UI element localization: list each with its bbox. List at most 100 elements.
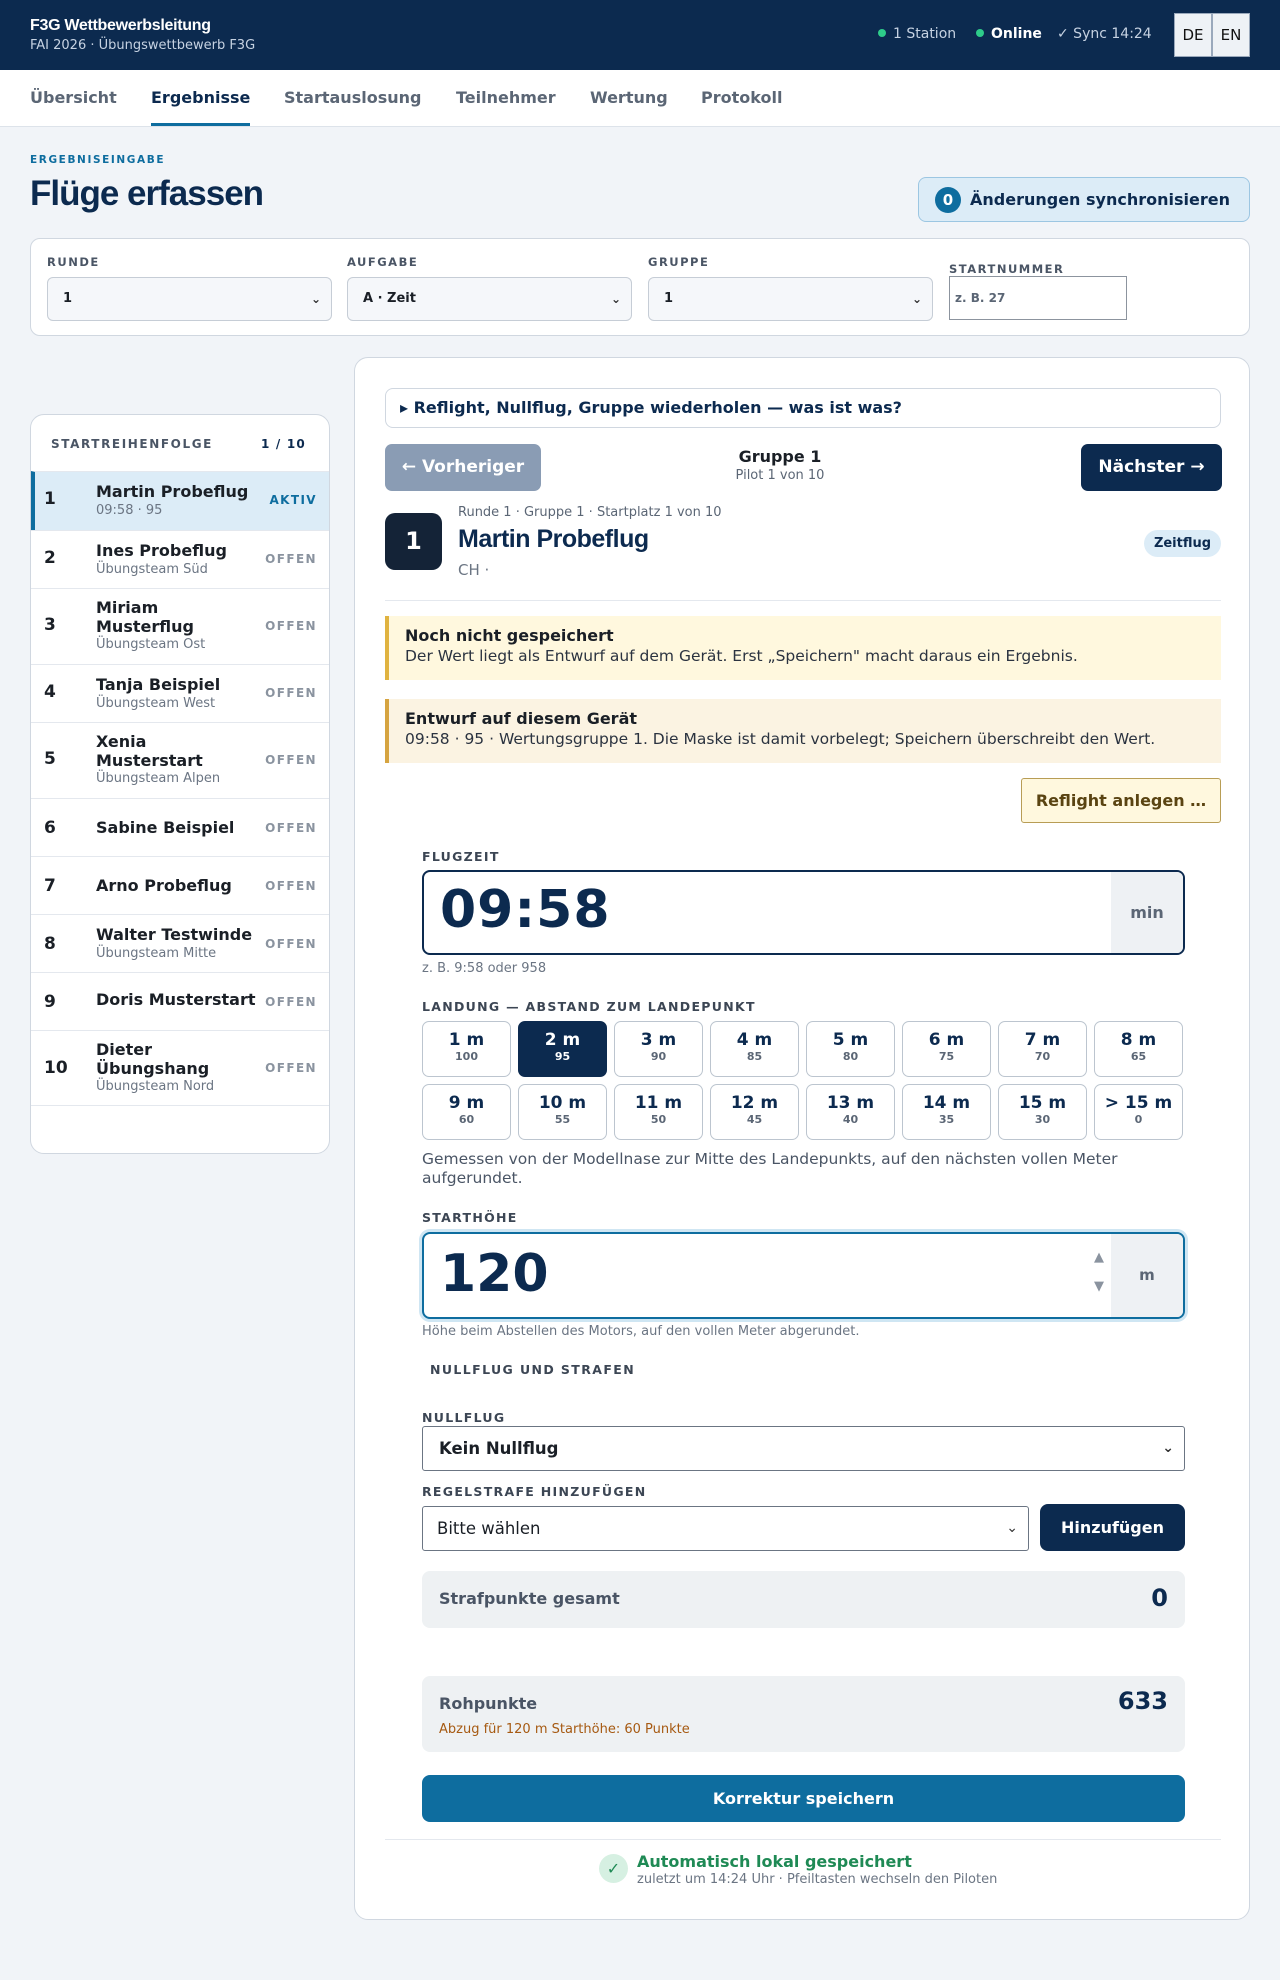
flight-time-input[interactable]: 09:58 min <box>422 870 1185 955</box>
landing-option-distance: 5 m <box>832 1030 869 1050</box>
divider <box>385 600 1221 601</box>
group-select[interactable]: 1 ⌄ <box>648 277 933 321</box>
draft-alert-title: Entwurf auf diesem Gerät <box>405 709 638 728</box>
divider <box>385 1839 1221 1840</box>
spin-up-icon[interactable]: ▲ <box>1094 1250 1104 1265</box>
landing-option-button[interactable]: 6 m 75 <box>902 1021 991 1077</box>
tab-protokoll[interactable]: Protokoll <box>701 88 782 123</box>
tab-teilnehmer[interactable]: Teilnehmer <box>456 88 556 123</box>
penalty-total-label: Strafpunkte gesamt <box>439 1589 620 1608</box>
check-icon: ✓ <box>599 1854 628 1883</box>
pilot-row[interactable]: 2 Ines Probeflug Übungsteam Süd OFFEN <box>31 530 329 588</box>
landing-option-button[interactable]: 2 m 95 <box>518 1021 607 1077</box>
lang-en-button[interactable]: EN <box>1212 13 1250 57</box>
landing-option-button[interactable]: 14 m 35 <box>902 1084 991 1140</box>
tab-wertung[interactable]: Wertung <box>590 88 668 123</box>
pilot-row[interactable]: 5 Xenia Musterstart Übungsteam Alpen OFF… <box>31 722 329 798</box>
landing-option-distance: 4 m <box>736 1030 773 1050</box>
pilot-row[interactable]: 3 Miriam Musterflug Übungsteam Ost OFFEN <box>31 588 329 664</box>
penalty-select[interactable]: Bitte wählen ⌄ <box>422 1506 1029 1551</box>
tab-uebersicht[interactable]: Übersicht <box>30 88 117 123</box>
pilot-row-sub: Übungsteam Mitte <box>96 946 217 961</box>
pilot-row[interactable]: 7 Arno Probeflug OFFEN <box>31 856 329 914</box>
pilot-row[interactable]: 4 Tanja Beispiel Übungsteam West OFFEN <box>31 664 329 722</box>
start-number-input[interactable]: z. B. 27 <box>949 276 1127 320</box>
sync-changes-label: Änderungen synchronisieren <box>970 190 1230 209</box>
pilot-name: Martin Probeflug <box>458 525 649 553</box>
pilot-row-name: Xenia Musterstart <box>96 732 203 770</box>
draft-alert-body: 09:58 · 95 · Wertungsgruppe 1. Die Maske… <box>405 730 1156 748</box>
landing-option-button[interactable]: 11 m 50 <box>614 1084 703 1140</box>
start-height-value: 120 <box>440 1244 549 1304</box>
penalty-label: REGELSTRAFE HINZUFÜGEN <box>422 1484 647 1499</box>
penalty-total-panel: Strafpunkte gesamt 0 <box>422 1571 1185 1628</box>
landing-option-button[interactable]: 5 m 80 <box>806 1021 895 1077</box>
start-height-input[interactable]: 120 ▲ ▼ m <box>422 1232 1185 1319</box>
pilot-row-name: Tanja Beispiel <box>96 675 221 694</box>
landing-option-points: 95 <box>554 1050 571 1063</box>
add-penalty-button[interactable]: Hinzufügen <box>1040 1504 1185 1551</box>
round-select[interactable]: 1 ⌄ <box>47 277 332 321</box>
chevron-down-icon: ⌄ <box>1006 1520 1018 1536</box>
pilot-row[interactable]: 10 Dieter Übungshang Übungsteam Nord OFF… <box>31 1030 329 1106</box>
pilot-row[interactable]: 1 Martin Probeflug 09:58 · 95 AKTIV <box>31 471 329 530</box>
pilot-row-number: 2 <box>44 548 56 568</box>
pilot-row-name: Ines Probeflug <box>96 541 227 560</box>
group-progress: Pilot 1 von 10 <box>735 468 825 483</box>
spin-down-icon[interactable]: ▼ <box>1094 1279 1104 1294</box>
start-order-title: STARTREIHENFOLGE <box>51 437 213 451</box>
landing-option-distance: 2 m <box>544 1030 581 1050</box>
unsaved-alert-title: Noch nicht gespeichert <box>405 626 614 645</box>
sync-changes-button[interactable]: 0 Änderungen synchronisieren <box>918 177 1250 222</box>
pilot-row-number: 6 <box>44 818 56 838</box>
pilot-row[interactable]: 6 Sabine Beispiel OFFEN <box>31 798 329 856</box>
pilot-row-name: Sabine Beispiel <box>96 818 235 837</box>
pilot-row[interactable]: 8 Walter Testwinde Übungsteam Mitte OFFE… <box>31 914 329 972</box>
nullflug-select[interactable]: Kein Nullflug ⌄ <box>422 1426 1185 1471</box>
pilot-row-number: 8 <box>44 934 56 954</box>
landing-option-button[interactable]: 13 m 40 <box>806 1084 895 1140</box>
pilot-row-state: OFFEN <box>265 1061 317 1075</box>
pilot-row-state: OFFEN <box>265 552 317 566</box>
group-value: 1 <box>664 291 674 306</box>
help-accordion[interactable]: ▸ Reflight, Nullflug, Gruppe wiederholen… <box>385 388 1221 428</box>
next-pilot-button[interactable]: Nächster → <box>1081 444 1222 491</box>
landing-option-button[interactable]: 10 m 55 <box>518 1084 607 1140</box>
landing-option-distance: 1 m <box>448 1030 485 1050</box>
save-correction-button[interactable]: Korrektur speichern <box>422 1775 1185 1822</box>
filter-bar: RUNDE 1 ⌄ AUFGABE A · Zeit ⌄ GRUPPE 1 ⌄ STA… <box>30 238 1250 336</box>
landing-option-points: 85 <box>746 1050 763 1063</box>
landing-option-button[interactable]: 9 m 60 <box>422 1084 511 1140</box>
tab-startauslosung[interactable]: Startauslosung <box>284 88 421 123</box>
penalties-heading: NULLFLUG UND STRAFEN <box>430 1362 636 1377</box>
station-status: 1 Station <box>878 26 956 42</box>
landing-option-button[interactable]: > 15 m0 <box>1094 1084 1183 1140</box>
pilot-row-name: Martin Probeflug <box>96 482 249 501</box>
station-dot-icon <box>878 29 886 37</box>
task-select[interactable]: A · Zeit ⌄ <box>347 277 632 321</box>
pilot-row[interactable]: 9 Doris Musterstart OFFEN <box>31 972 329 1030</box>
start-number-label: STARTNUMMER <box>949 262 1065 276</box>
page-eyebrow: ERGEBNISEINGABE <box>30 154 166 166</box>
landing-option-button[interactable]: 4 m 85 <box>710 1021 799 1077</box>
landing-option-button[interactable]: 8 m 65 <box>1094 1021 1183 1077</box>
landing-option-button[interactable]: 12 m 45 <box>710 1084 799 1140</box>
task-type-badge: Zeitflug <box>1144 530 1221 557</box>
round-label: RUNDE <box>47 255 100 269</box>
landing-option-distance: 13 m <box>826 1093 875 1113</box>
tab-ergebnisse[interactable]: Ergebnisse <box>151 88 251 126</box>
landing-option-button[interactable]: 1 m 100 <box>422 1021 511 1077</box>
landing-option-points: 90 <box>650 1050 667 1063</box>
nullflug-label: NULLFLUG <box>422 1410 506 1425</box>
create-reflight-button[interactable]: Reflight anlegen … <box>1021 778 1221 823</box>
landing-option-button[interactable]: 15 m 30 <box>998 1084 1087 1140</box>
start-height-label: STARTHÖHE <box>422 1210 518 1225</box>
landing-option-button[interactable]: 3 m 90 <box>614 1021 703 1077</box>
pilot-row-name: Arno Probeflug <box>96 876 232 895</box>
previous-pilot-button[interactable]: ← Vorheriger <box>385 444 541 491</box>
landing-option-button[interactable]: 7 m 70 <box>998 1021 1087 1077</box>
lang-de-button[interactable]: DE <box>1174 13 1212 57</box>
landing-option-points: 70 <box>1034 1050 1051 1063</box>
penalty-value: Bitte wählen <box>437 1519 541 1538</box>
group-label: GRUPPE <box>648 255 710 269</box>
